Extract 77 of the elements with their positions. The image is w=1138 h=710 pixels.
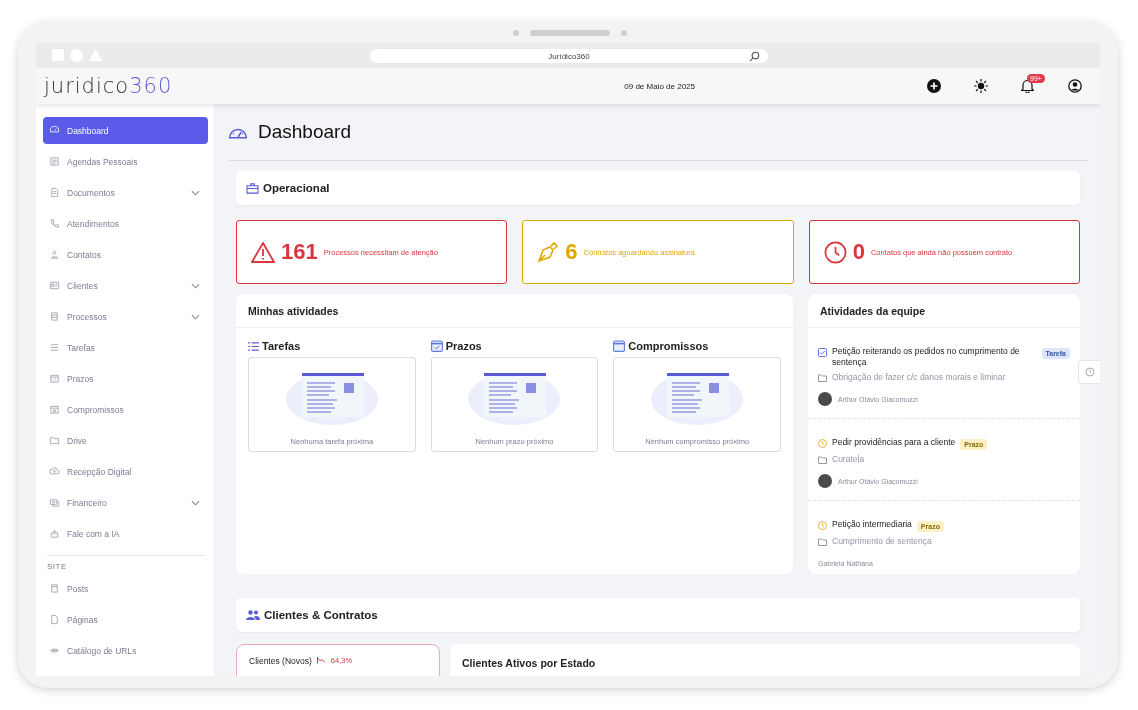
menu-item-icon	[49, 280, 60, 291]
current-date: 09 de Maio de 2025	[624, 81, 695, 91]
user-icon[interactable]	[1068, 79, 1082, 93]
sidebar-item[interactable]: Posts	[43, 575, 208, 602]
menu-item-icon	[49, 645, 60, 656]
case-name: Obrigação de fazer c/c danos morais e liminar	[832, 372, 1006, 382]
menu-item-icon	[49, 528, 60, 539]
sidebar-item[interactable]: Clientes	[43, 272, 208, 299]
menu-item-icon	[49, 156, 60, 167]
activity-title[interactable]: Pedir providências para a cliente	[832, 437, 956, 448]
column-title: Prazos	[445, 340, 482, 352]
menu-item-icon	[49, 497, 60, 508]
card-title: Atividades da equipe	[820, 304, 926, 317]
pen-nib-icon	[537, 241, 560, 263]
search-icon[interactable]	[749, 51, 760, 62]
section-title: Clientes & Contratos	[264, 609, 378, 621]
menu-item-icon	[49, 218, 60, 229]
case-name: Cumprimento de sentença	[832, 536, 932, 546]
add-icon[interactable]	[927, 79, 941, 93]
sidebar-item[interactable]: Documentos	[43, 179, 208, 206]
folder-icon	[818, 456, 827, 464]
sidebar-item[interactable]: Agendas Pessoais	[43, 148, 208, 175]
clock-icon	[823, 240, 847, 264]
sidebar-item[interactable]: Atendimentos	[43, 210, 208, 237]
calendar-icon	[613, 340, 626, 352]
sidebar-item[interactable]: Recepção Digital	[43, 458, 208, 485]
card-title: Minhas atividades	[248, 304, 339, 317]
menu-item-icon	[49, 404, 60, 415]
sidebar-item[interactable]: Páginas	[43, 606, 208, 633]
notification-bell-icon[interactable]	[1021, 79, 1034, 93]
case-name: Curatela	[832, 454, 865, 464]
card-title: Clientes Ativos por Estado	[462, 657, 596, 669]
clock-icon	[818, 521, 827, 530]
trend-down-icon	[316, 657, 326, 664]
activity-title[interactable]: Petição intermediaria	[832, 519, 912, 530]
menu-item-icon	[49, 342, 60, 353]
menu-item-icon	[49, 583, 60, 594]
page-title: Dashboard	[258, 121, 351, 143]
sidebar-item[interactable]: Drive	[43, 427, 208, 454]
checkbox-icon	[818, 348, 827, 357]
folder-icon	[818, 538, 827, 546]
sidebar-item[interactable]: Prazos	[43, 365, 208, 392]
warning-icon	[251, 241, 275, 263]
alert-count: 6	[565, 239, 578, 265]
sidebar-item[interactable]: Financeiro	[43, 489, 208, 516]
sun-icon[interactable]	[974, 79, 988, 93]
menu-item-icon	[49, 466, 60, 477]
briefcase-icon	[246, 182, 259, 194]
alert-count: 161	[281, 239, 318, 265]
section-title: SITE	[47, 562, 68, 571]
alert-count: 0	[852, 239, 865, 265]
menu-item-icon	[49, 311, 60, 322]
column-title: Compromissos	[628, 340, 709, 352]
logo[interactable]: juridico360	[44, 74, 173, 98]
sidebar-item[interactable]: Fale com a IA	[43, 520, 208, 547]
sidebar-item[interactable]: Processos	[43, 303, 208, 330]
menu-item-icon	[49, 435, 60, 446]
calendar-check-icon	[430, 340, 443, 352]
sidebar-item[interactable]: Dashboard	[43, 117, 208, 144]
folder-icon	[818, 374, 827, 382]
menu-item-icon	[49, 614, 60, 625]
menu-item-icon	[49, 187, 60, 198]
sidebar-item[interactable]: Contatos	[43, 241, 208, 268]
list-icon	[248, 341, 259, 351]
menu-item-icon	[49, 249, 60, 260]
sidebar-item[interactable]: Tarefas	[43, 334, 208, 361]
menu-item-icon	[49, 373, 60, 384]
sidebar-item[interactable]: Catálogo de URLs	[43, 637, 208, 664]
activity-title[interactable]: Petição reiterando os pedidos no cumprimento de sentença	[832, 346, 1037, 368]
sidebar-item[interactable]: Compromissos	[43, 396, 208, 423]
menu-item-icon	[49, 125, 60, 136]
column-title: Tarefas	[262, 340, 301, 352]
clock-icon	[818, 439, 827, 448]
section-title: Operacional	[263, 182, 330, 194]
card-title: Clientes (Novos)	[249, 656, 312, 666]
address-bar[interactable]: Jurídico360	[370, 49, 768, 63]
users-icon	[246, 610, 260, 620]
